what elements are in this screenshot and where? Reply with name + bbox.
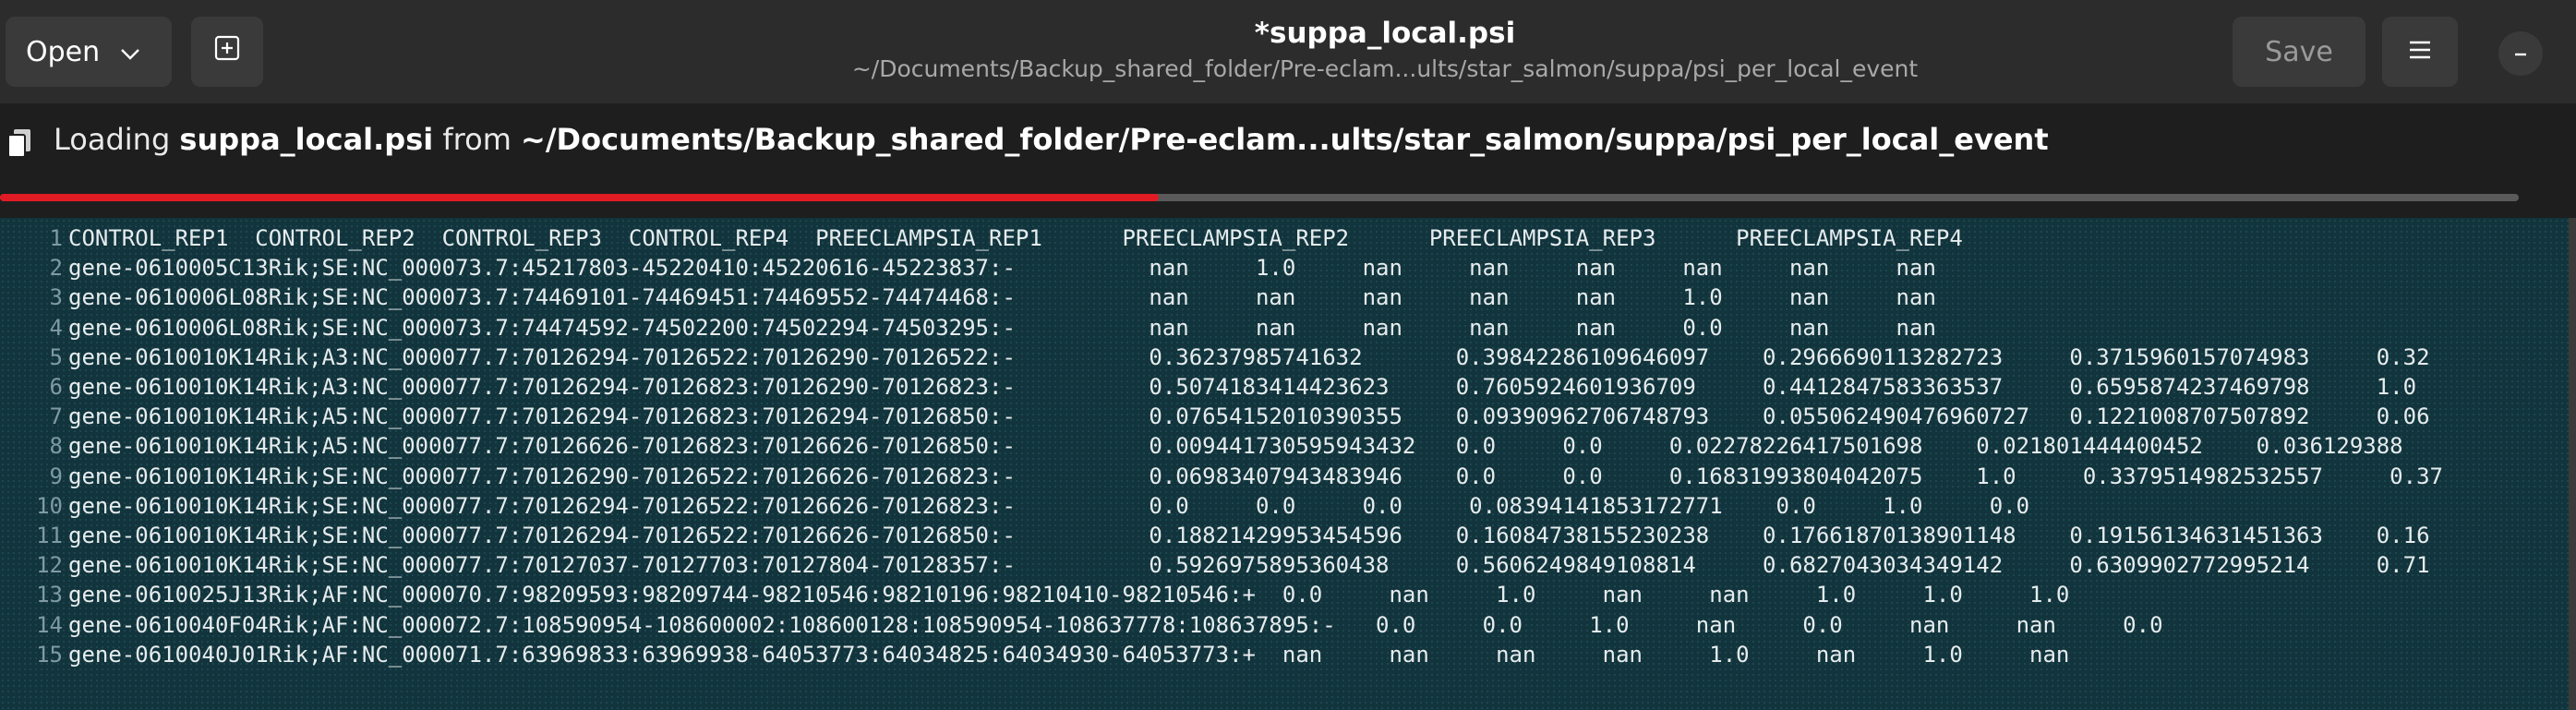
editor-line[interactable]: 4 gene-0610006L08Rik;SE:NC_000073.7:74474… xyxy=(0,313,1936,343)
editor-line[interactable]: 7 gene-0610010K14Rik;A5:NC_000077.7:70126… xyxy=(0,402,2430,431)
line-text: gene-0610010K14Rik;SE:NC_000077.7:701262… xyxy=(68,492,2030,519)
line-text: gene-0610025J13Rik;AF:NC_000070.7:982095… xyxy=(68,582,2070,608)
loading-path: ~/Documents/Backup_shared_folder/Pre-ecl… xyxy=(521,122,2049,157)
minimize-button[interactable] xyxy=(2498,31,2543,76)
loading-prefix: Loading xyxy=(54,122,171,157)
editor-line[interactable]: 2 gene-0610005C13Rik;SE:NC_000073.7:45217… xyxy=(0,253,1936,283)
line-number: 12 xyxy=(36,552,63,579)
line-text: gene-0610005C13Rik;SE:NC_000073.7:452178… xyxy=(68,255,1936,282)
vertical-scrollbar[interactable] xyxy=(2569,218,2576,710)
loading-progress-bar xyxy=(0,194,2519,201)
line-number: 4 xyxy=(49,314,63,341)
line-number: 10 xyxy=(36,492,63,519)
line-number: 13 xyxy=(36,582,63,608)
document-icon xyxy=(6,127,33,159)
line-text: CONTROL_REP1 CONTROL_REP2 CONTROL_REP3 C… xyxy=(68,225,1963,251)
line-number: 15 xyxy=(36,641,63,668)
loading-filename: suppa_local.psi xyxy=(179,122,434,157)
open-button-label: Open xyxy=(26,35,101,68)
line-number: 9 xyxy=(49,463,63,489)
line-text: gene-0610040J01Rik;AF:NC_000071.7:639698… xyxy=(68,641,2070,668)
minimize-icon xyxy=(2511,42,2530,65)
line-text: gene-0610010K14Rik;SE:NC_000077.7:701262… xyxy=(68,523,2430,548)
line-number: 7 xyxy=(49,403,63,430)
line-text: gene-0610010K14Rik;SE:NC_000077.7:701270… xyxy=(68,552,2430,579)
line-text: gene-0610010K14Rik;SE:NC_000077.7:701262… xyxy=(68,463,2443,489)
line-number: 6 xyxy=(49,374,63,400)
editor-line[interactable]: 1 CONTROL_REP1 CONTROL_REP2 CONTROL_REP3 … xyxy=(0,223,1963,253)
open-button[interactable]: Open xyxy=(6,17,172,87)
main-menu-button[interactable] xyxy=(2382,17,2458,87)
line-number: 11 xyxy=(36,523,63,548)
line-text: gene-0610010K14Rik;A5:NC_000077.7:701262… xyxy=(68,403,2430,430)
line-text: gene-0610010K14Rik;A3:NC_000077.7:701262… xyxy=(68,374,2417,400)
loading-infobar: Loading suppa_local.psi from ~/Documents… xyxy=(0,103,2576,218)
line-number: 2 xyxy=(49,255,63,282)
editor-line[interactable]: 11 gene-0610010K14Rik;SE:NC_000077.7:7012… xyxy=(0,521,2430,550)
loading-progress-fill xyxy=(0,194,1159,201)
chevron-down-icon xyxy=(120,36,140,68)
editor-line[interactable]: 15 gene-0610040J01Rik;AF:NC_000071.7:6396… xyxy=(0,640,2069,669)
line-number: 5 xyxy=(49,343,63,370)
line-text: gene-0610006L08Rik;SE:NC_000073.7:744745… xyxy=(68,314,1936,341)
window-subtitle-path: ~/Documents/Backup_shared_folder/Pre-ecl… xyxy=(851,55,1919,82)
editor-line[interactable]: 14 gene-0610040F04Rik;AF:NC_000072.7:1085… xyxy=(0,610,2163,640)
new-tab-button[interactable] xyxy=(191,17,263,87)
editor-line[interactable]: 10 gene-0610010K14Rik;SE:NC_000077.7:7012… xyxy=(0,491,2029,521)
line-text: gene-0610010K14Rik;A5:NC_000077.7:701266… xyxy=(68,433,2403,460)
hamburger-icon xyxy=(2407,36,2433,68)
line-number: 8 xyxy=(49,433,63,460)
window-title: *suppa_local.psi xyxy=(1254,17,1516,50)
new-tab-icon xyxy=(211,32,243,71)
line-number: 3 xyxy=(49,284,63,311)
editor-line[interactable]: 3 gene-0610006L08Rik;SE:NC_000073.7:74469… xyxy=(0,283,1936,312)
editor-line[interactable]: 12 gene-0610010K14Rik;SE:NC_000077.7:7012… xyxy=(0,550,2430,580)
line-text: gene-0610040F04Rik;AF:NC_000072.7:108590… xyxy=(68,611,2163,638)
editor-line[interactable]: 5 gene-0610010K14Rik;A3:NC_000077.7:70126… xyxy=(0,343,2430,372)
header-bar: Open *suppa_local.psi ~/Documents/Backup… xyxy=(0,0,2576,104)
save-button-label: Save xyxy=(2265,35,2333,68)
editor-line[interactable]: 13 gene-0610025J13Rik;AF:NC_000070.7:9820… xyxy=(0,580,2069,609)
editor-line[interactable]: 6 gene-0610010K14Rik;A3:NC_000077.7:70126… xyxy=(0,372,2417,402)
line-text: gene-0610010K14Rik;A3:NC_000077.7:701262… xyxy=(68,343,2430,370)
text-editor[interactable]: 1 CONTROL_REP1 CONTROL_REP2 CONTROL_REP3 … xyxy=(0,218,2576,710)
line-text: gene-0610006L08Rik;SE:NC_000073.7:744691… xyxy=(68,284,1936,311)
editor-line[interactable]: 9 gene-0610010K14Rik;SE:NC_000077.7:70126… xyxy=(0,462,2443,491)
loading-message: Loading suppa_local.psi from ~/Documents… xyxy=(54,122,2049,157)
line-number: 14 xyxy=(36,611,63,638)
loading-middle: from xyxy=(442,122,512,157)
editor-line[interactable]: 8 gene-0610010K14Rik;A5:NC_000077.7:70126… xyxy=(0,431,2403,461)
line-number: 1 xyxy=(49,225,63,251)
save-button[interactable]: Save xyxy=(2233,17,2365,87)
